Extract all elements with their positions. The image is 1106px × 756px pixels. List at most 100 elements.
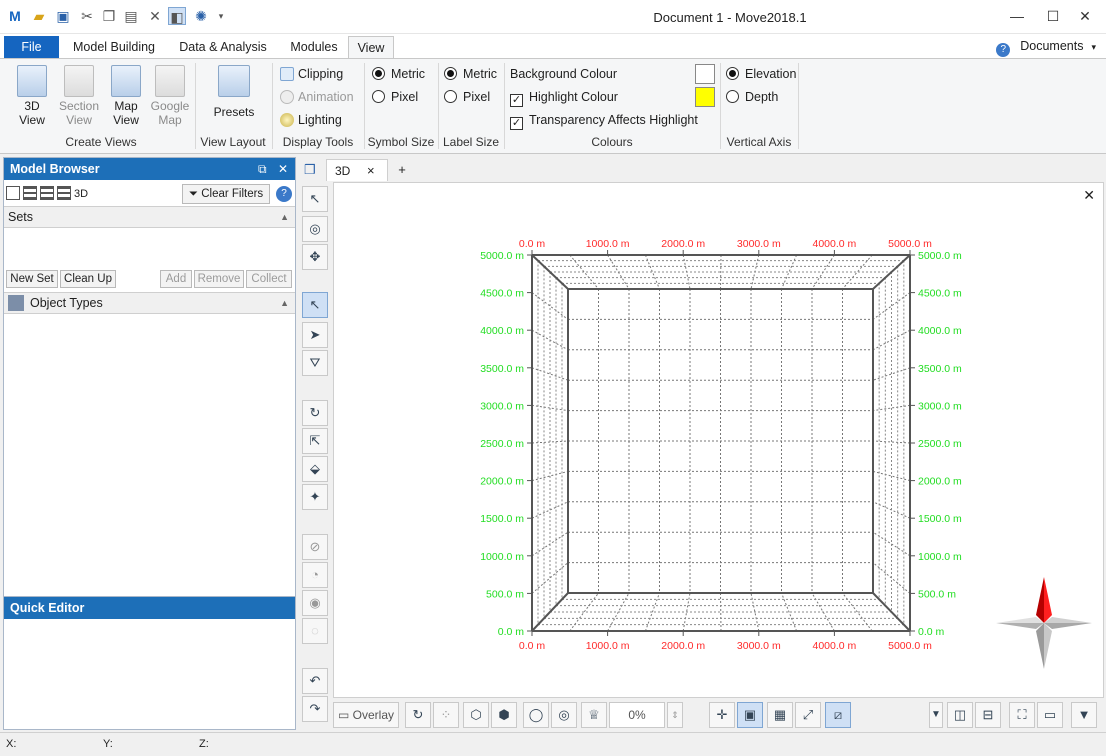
axis-label: 0.0 m bbox=[918, 626, 945, 638]
tab-file[interactable]: File bbox=[4, 36, 59, 58]
add-button[interactable]: Add bbox=[160, 270, 192, 288]
axes-icon[interactable]: ⤢ bbox=[795, 702, 821, 728]
clean-up-button[interactable]: Clean Up bbox=[60, 270, 116, 288]
overlay-button[interactable]: ▭ Overlay bbox=[333, 702, 399, 728]
clipping-button[interactable]: Clipping bbox=[280, 65, 343, 83]
lighting-button[interactable]: Lighting bbox=[280, 111, 342, 129]
dropdown-icon[interactable]: ▾ bbox=[212, 7, 230, 25]
pointer-add-icon[interactable]: ↖ bbox=[302, 292, 328, 318]
perspective-icon[interactable]: ⧄ bbox=[825, 702, 851, 728]
opacity-spin-icon[interactable]: ⇕ bbox=[667, 702, 683, 728]
label-pixel-radio[interactable]: Pixel bbox=[444, 88, 490, 106]
presets-button[interactable]: Presets bbox=[208, 65, 260, 119]
refresh-icon[interactable]: ↻ bbox=[405, 702, 431, 728]
axis-label: 0.0 m bbox=[498, 626, 525, 638]
settings-icon[interactable]: ✺ bbox=[192, 7, 210, 25]
close-icon[interactable]: ✕ bbox=[278, 158, 288, 180]
open-folder-icon[interactable]: ▰ bbox=[30, 7, 48, 25]
cut-icon[interactable]: ✂ bbox=[78, 7, 96, 25]
split-vertical-icon[interactable]: ◫ bbox=[947, 702, 973, 728]
shaded-icon[interactable]: ⬢ bbox=[491, 702, 517, 728]
section-view-button[interactable]: Section View bbox=[56, 65, 102, 127]
tab-modules[interactable]: Modules bbox=[282, 36, 346, 58]
pointer-edit-icon[interactable]: ➤ bbox=[302, 322, 328, 348]
hide-icon[interactable]: ⊘ bbox=[302, 534, 328, 560]
symbol-pixel-radio[interactable]: Pixel bbox=[372, 88, 418, 106]
layout-dropdown-icon[interactable]: ▼ bbox=[929, 702, 943, 728]
fly-icon[interactable]: ✦ bbox=[302, 484, 328, 510]
new-set-button[interactable]: New Set bbox=[6, 270, 58, 288]
isolate-icon[interactable]: ◌ bbox=[302, 618, 328, 644]
close-tab-icon[interactable]: × bbox=[367, 160, 375, 182]
opacity-field[interactable]: 0% bbox=[609, 702, 665, 728]
save-icon[interactable]: ▣ bbox=[54, 7, 72, 25]
remove-button[interactable]: Remove bbox=[194, 270, 244, 288]
depth-radio[interactable]: Depth bbox=[726, 88, 778, 106]
grid-labels: 0.0 m 1000.0 m 2000.0 m 3000.0 m 4000.0 m 500… bbox=[480, 238, 962, 652]
details-view-icon[interactable] bbox=[23, 186, 37, 200]
status-y: Y: bbox=[103, 738, 113, 750]
points-icon[interactable]: ⁘ bbox=[433, 702, 459, 728]
map-view-button[interactable]: Map View bbox=[106, 65, 146, 127]
select-tool-icon[interactable]: ↖ bbox=[302, 186, 328, 212]
goblet-icon[interactable]: ♕ bbox=[581, 702, 607, 728]
documents-menu[interactable]: ? Documents ▾ bbox=[996, 39, 1096, 57]
split-horizontal-icon[interactable]: ⊟ bbox=[975, 702, 1001, 728]
lasso-tool-icon[interactable]: ◎ bbox=[302, 216, 328, 242]
filter-select-icon[interactable]: ⛛ bbox=[302, 350, 328, 376]
copy-icon[interactable]: ❐ bbox=[100, 7, 118, 25]
app-logo-icon[interactable]: M bbox=[6, 7, 24, 25]
pan-icon[interactable]: ⇱ bbox=[302, 428, 328, 454]
add-tab-button[interactable]: + bbox=[390, 159, 414, 181]
delete-icon[interactable]: ✕ bbox=[146, 7, 164, 25]
clear-filters-button[interactable]: ⏷ Clear Filters bbox=[182, 184, 270, 204]
zoom-icon[interactable]: ⬙ bbox=[302, 456, 328, 482]
viewport-canvas[interactable]: ✕ 0.0 m 1000.0 m 2000.0 m 3000.0 m 4000.0 m5… bbox=[333, 182, 1104, 698]
highlight-colour-swatch[interactable] bbox=[695, 87, 715, 107]
tab-model-building[interactable]: Model Building bbox=[66, 36, 162, 58]
tree-view-icon[interactable] bbox=[57, 186, 71, 200]
collapse-icon[interactable]: ▲ bbox=[280, 207, 289, 227]
collapse-icon[interactable]: ▲ bbox=[280, 293, 289, 313]
circle-icon[interactable]: ◯ bbox=[523, 702, 549, 728]
bounding-box-icon[interactable]: ▣ bbox=[737, 702, 763, 728]
tab-view[interactable]: View bbox=[348, 36, 394, 58]
fit-view-icon[interactable]: ⛶ bbox=[1009, 702, 1035, 728]
grouped-view-icon[interactable] bbox=[40, 186, 54, 200]
rotate-icon[interactable]: ↻ bbox=[302, 400, 328, 426]
redo-view-icon[interactable]: ↷ bbox=[302, 696, 328, 722]
crosshair-icon[interactable]: ✛ bbox=[709, 702, 735, 728]
paste-icon[interactable]: ▤ bbox=[122, 7, 140, 25]
symbol-metric-radio[interactable]: Metric bbox=[372, 65, 425, 83]
panel-toggle-icon[interactable]: ◧ bbox=[168, 7, 186, 25]
highlight-colour-checkbox[interactable]: ✓ Highlight Colour bbox=[510, 88, 618, 107]
google-map-button[interactable]: Google Map bbox=[148, 65, 192, 127]
transform-tool-icon[interactable]: ✥ bbox=[302, 244, 328, 270]
elevation-radio[interactable]: Elevation bbox=[726, 65, 796, 83]
grid-icon[interactable]: ▦ bbox=[767, 702, 793, 728]
status-x: X: bbox=[6, 738, 17, 750]
mode-3d-label[interactable]: 3D bbox=[74, 188, 88, 200]
undock-icon[interactable]: ⧉ bbox=[258, 158, 267, 180]
label-metric-radio[interactable]: Metric bbox=[444, 65, 497, 83]
show-partial-icon[interactable]: ◔ bbox=[302, 562, 328, 588]
tab-data-analysis[interactable]: Data & Analysis bbox=[172, 36, 274, 58]
tab-3d[interactable]: 3D × bbox=[326, 159, 388, 181]
window-icon[interactable]: ▭ bbox=[1037, 702, 1063, 728]
view-3d-button[interactable]: 3D View bbox=[12, 65, 52, 127]
background-colour-swatch[interactable] bbox=[695, 64, 715, 84]
wireframe-icon[interactable]: ⬡ bbox=[463, 702, 489, 728]
close-button[interactable]: ✕ bbox=[1062, 0, 1106, 32]
title-bar: M ▰ ▣ ✂ ❐ ▤ ✕ ◧ ✺ ▾ Document 1 - Move201… bbox=[0, 0, 1106, 34]
help-icon[interactable]: ? bbox=[996, 43, 1011, 57]
undo-view-icon[interactable]: ↶ bbox=[302, 668, 328, 694]
target-icon[interactable]: ◎ bbox=[551, 702, 577, 728]
collect-button[interactable]: Collect bbox=[246, 270, 292, 288]
expand-menu-icon[interactable]: ▼ bbox=[1071, 702, 1097, 728]
transparency-checkbox[interactable]: ✓ Transparency Affects Highlight bbox=[510, 111, 698, 130]
help-icon[interactable]: ? bbox=[276, 186, 292, 202]
list-view-icon[interactable] bbox=[6, 186, 20, 200]
radio-icon bbox=[444, 67, 457, 80]
animation-button[interactable]: Animation bbox=[280, 88, 354, 106]
eye-icon[interactable]: ◉ bbox=[302, 590, 328, 616]
